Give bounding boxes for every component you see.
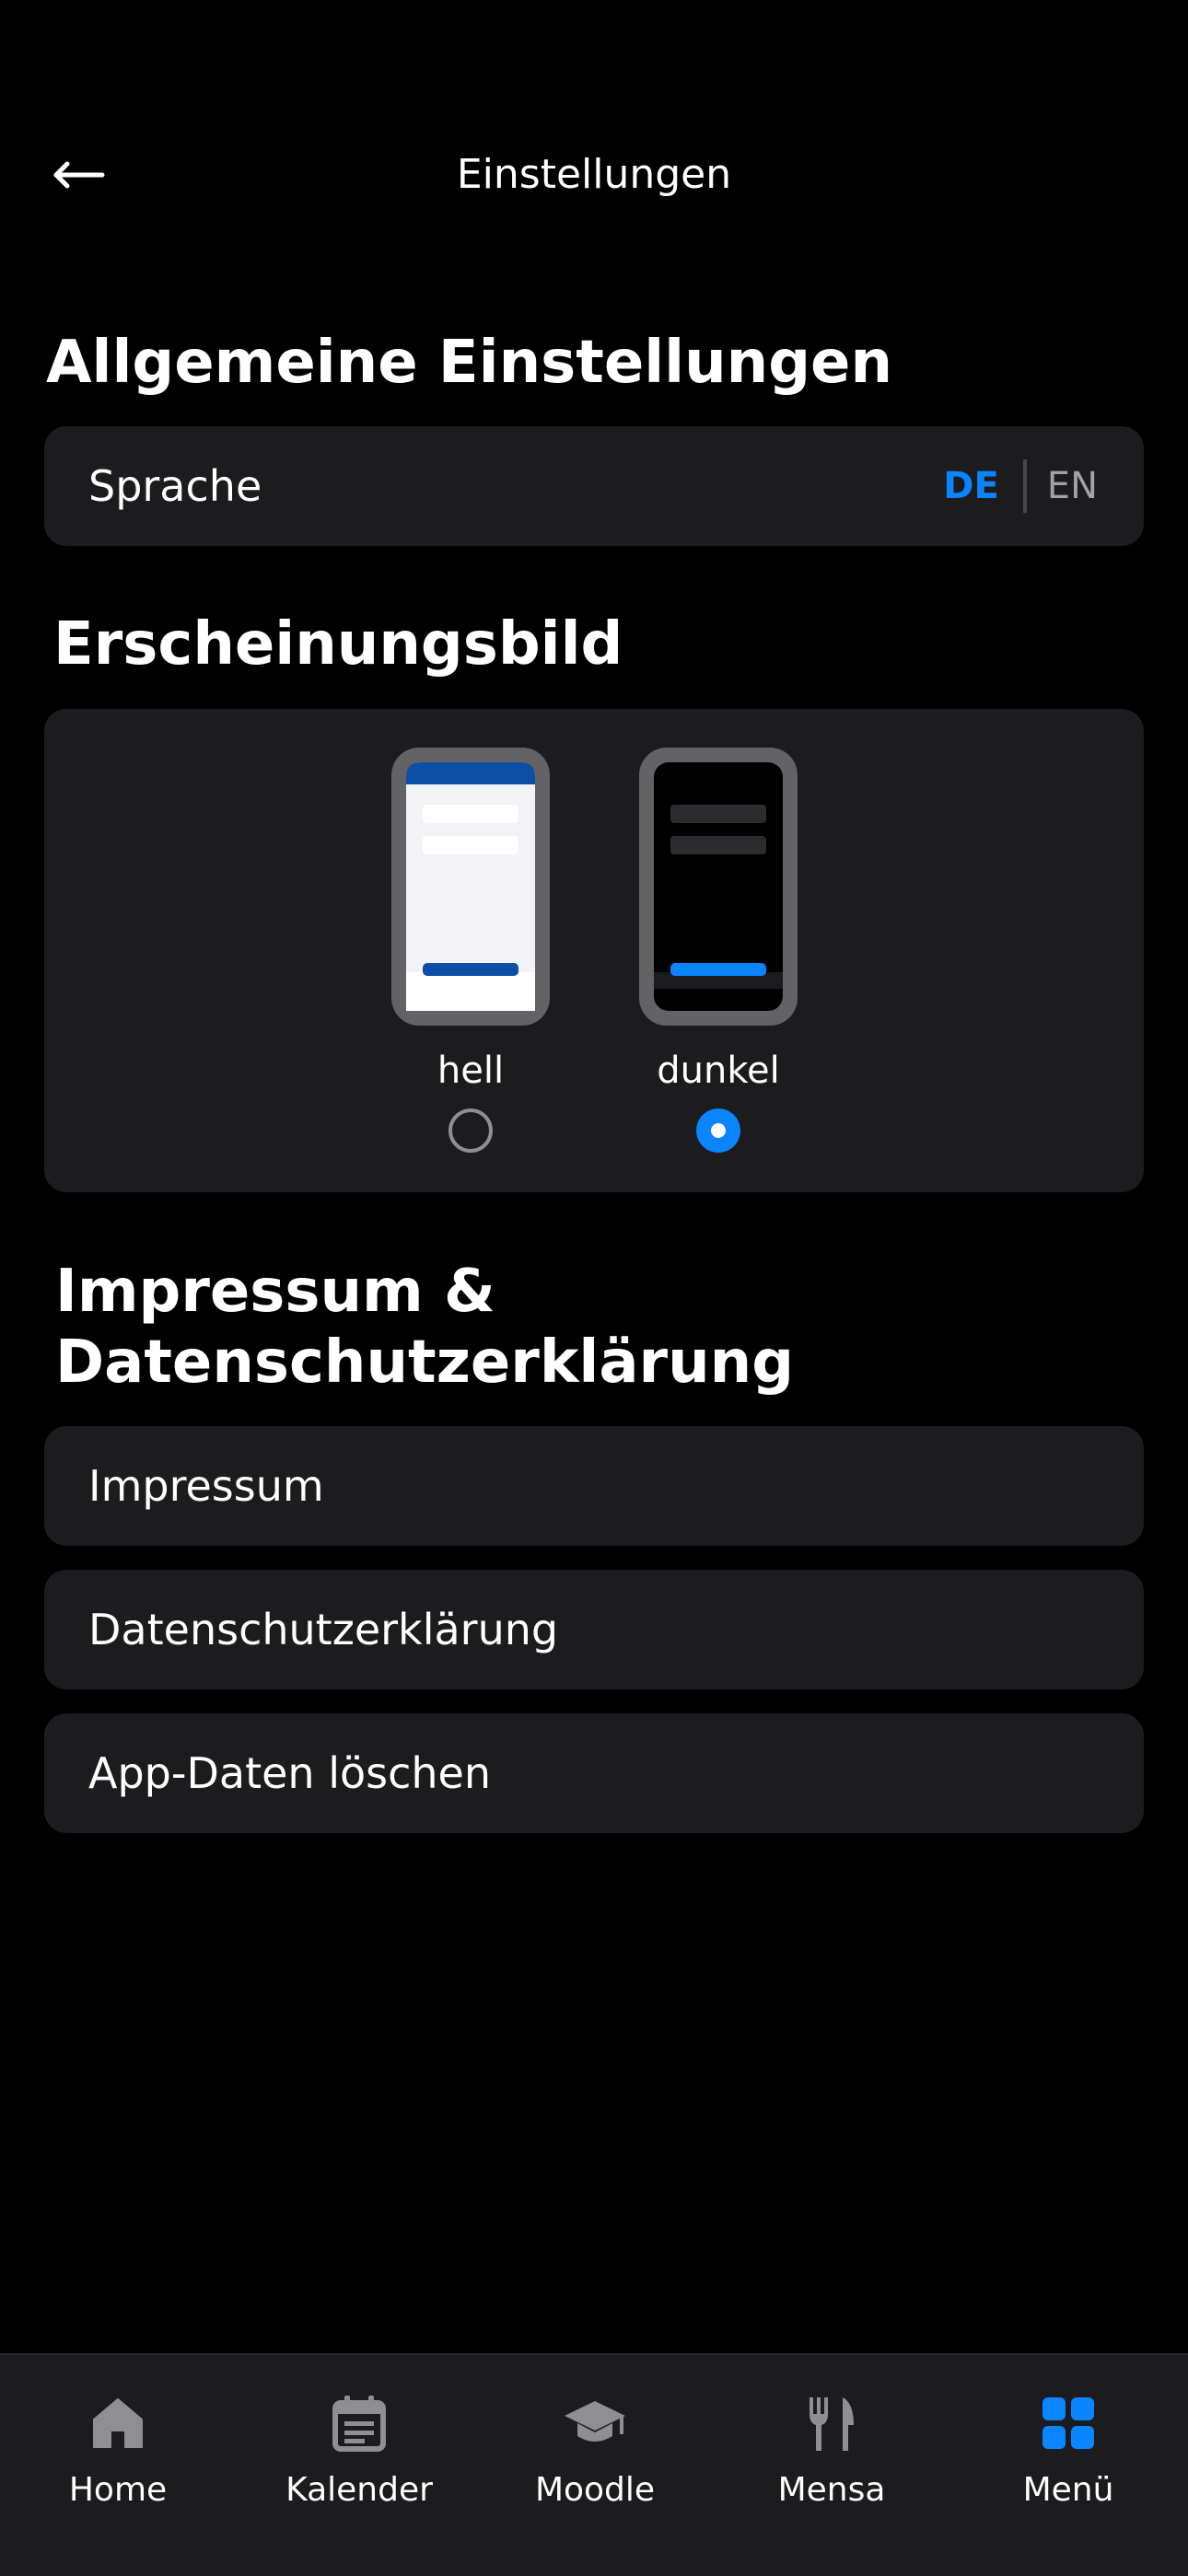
nav-item-home[interactable]: Home xyxy=(17,2390,219,2509)
language-label: Sprache xyxy=(88,461,262,511)
nav-label-home: Home xyxy=(68,2471,168,2509)
language-divider xyxy=(1022,459,1027,513)
grid-icon xyxy=(1042,2397,1094,2449)
theme-label-dark: dunkel xyxy=(657,1050,780,1092)
legal-title-line1: Impressum & xyxy=(55,1258,495,1326)
nav-item-moodle[interactable]: Moodle xyxy=(494,2390,696,2509)
language-switch: DE EN xyxy=(943,426,1098,546)
dark-theme-preview-icon xyxy=(639,748,798,1026)
language-option-en[interactable]: EN xyxy=(1047,465,1098,507)
nav-label-mensa: Mensa xyxy=(777,2471,886,2509)
theme-option-dark[interactable]: dunkel xyxy=(637,746,799,1153)
nav-item-menu[interactable]: Menü xyxy=(967,2390,1170,2509)
light-theme-preview-icon xyxy=(391,748,550,1026)
nav-label-calendar: Kalender xyxy=(285,2471,433,2509)
cutlery-icon xyxy=(809,2397,854,2451)
header: Einstellungen xyxy=(0,138,1188,212)
calendar-icon xyxy=(332,2396,386,2452)
privacy-policy-row[interactable]: Datenschutzerklärung xyxy=(44,1570,1144,1689)
theme-option-light[interactable]: hell xyxy=(390,746,552,1153)
delete-app-data-row[interactable]: App-Daten löschen xyxy=(44,1713,1144,1833)
bottom-navigation: Home Kalender Moodle Mensa Menü xyxy=(0,2353,1188,2576)
legal-title-line2: Datenschutzerklärung xyxy=(55,1328,795,1397)
nav-item-calendar[interactable]: Kalender xyxy=(258,2390,460,2509)
language-option-de[interactable]: DE xyxy=(943,465,999,507)
language-row: Sprache DE EN xyxy=(44,426,1144,546)
graduation-cap-icon xyxy=(565,2401,625,2442)
privacy-policy-label: Datenschutzerklärung xyxy=(88,1605,559,1654)
impressum-label: Impressum xyxy=(88,1461,324,1511)
legal-section-title: Impressum & Datenschutzerklärung xyxy=(55,1257,794,1398)
nav-label-moodle: Moodle xyxy=(534,2471,656,2509)
impressum-row[interactable]: Impressum xyxy=(44,1426,1144,1546)
theme-label-light: hell xyxy=(437,1050,505,1092)
appearance-card: hell dunkel xyxy=(44,709,1144,1192)
appearance-section-title: Erscheinungsbild xyxy=(53,610,623,679)
general-section-title: Allgemeine Einstellungen xyxy=(46,329,892,397)
nav-label-menu: Menü xyxy=(1022,2471,1114,2509)
radio-light[interactable] xyxy=(448,1108,493,1153)
home-icon xyxy=(93,2398,143,2448)
delete-app-data-label: App-Daten löschen xyxy=(88,1748,491,1798)
radio-dark[interactable] xyxy=(696,1108,740,1153)
page-title: Einstellungen xyxy=(456,151,732,198)
nav-item-mensa[interactable]: Mensa xyxy=(730,2390,933,2509)
